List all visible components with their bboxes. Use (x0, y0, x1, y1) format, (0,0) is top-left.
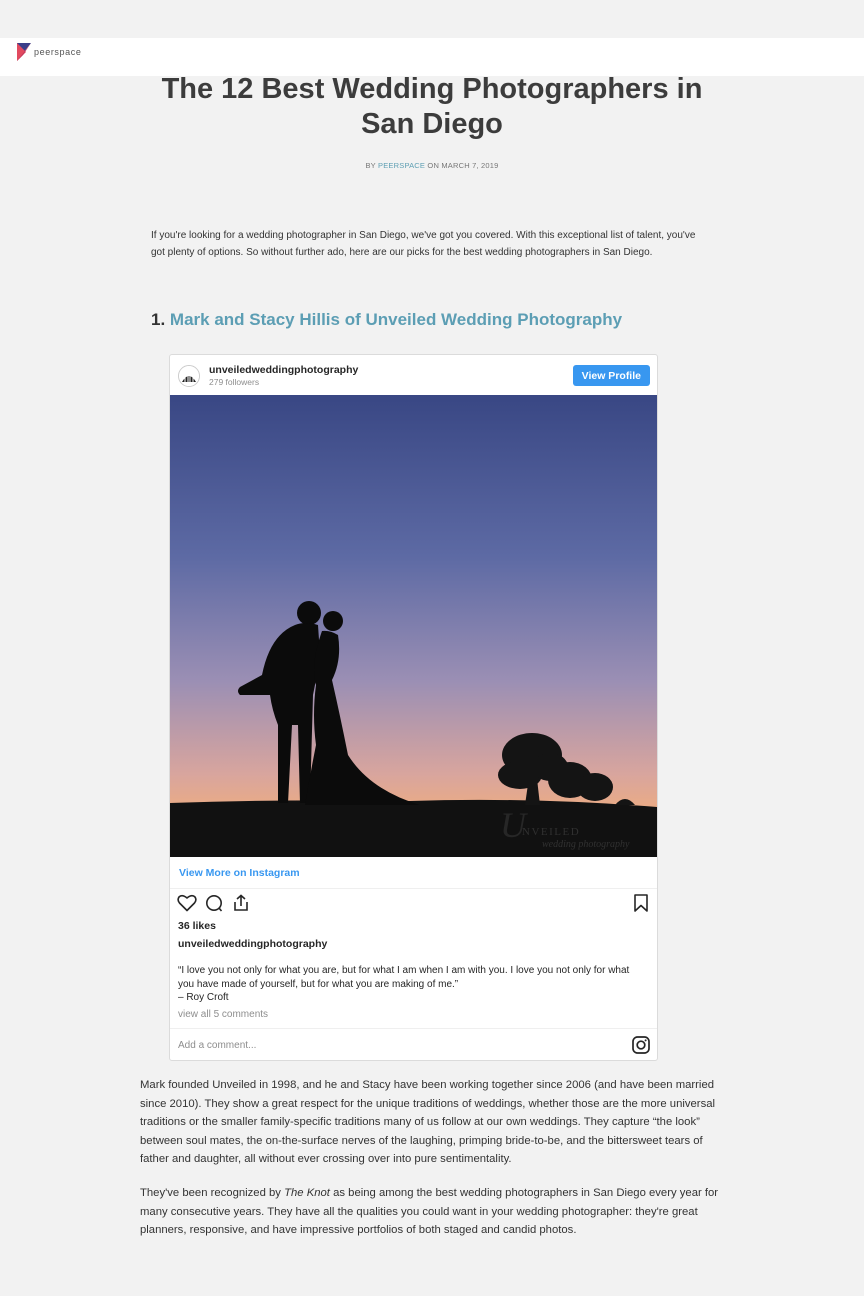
brand-name: peerspace (34, 47, 82, 57)
byline-prefix: BY (365, 161, 376, 170)
paragraph-text: They've been recognized by (140, 1187, 285, 1199)
instagram-embed: unveiledweddingphotography 279 followers… (169, 354, 658, 1061)
svg-text:U: U (500, 805, 528, 845)
profile-avatar[interactable] (178, 364, 200, 387)
caption-attribution: – Roy Croft (178, 992, 229, 1003)
section-number: 1. (151, 310, 166, 329)
heart-icon[interactable] (177, 894, 197, 917)
avatar-image-icon (179, 365, 199, 386)
view-more-link[interactable]: View More on Instagram (179, 867, 300, 879)
instagram-header: unveiledweddingphotography 279 followers… (170, 355, 657, 396)
caption-quote: “I love you not only for what you are, b… (178, 965, 630, 990)
body-paragraph: They've been recognized by The Knot as b… (140, 1184, 724, 1240)
view-comments-link[interactable]: view all 5 comments (178, 1009, 268, 1020)
author-link[interactable]: PEERSPACE (378, 161, 425, 170)
top-navbar: peerspace (0, 38, 864, 76)
photographer-link[interactable]: Mark and Stacy Hillis of Unveiled Weddin… (170, 310, 622, 329)
article-byline: BY PEERSPACE ON MARCH 7, 2019 (0, 161, 864, 170)
peerspace-logo[interactable]: peerspace (17, 43, 81, 61)
view-profile-button[interactable]: View Profile (572, 365, 650, 386)
publication-name: The Knot (284, 1187, 330, 1199)
wedding-photo[interactable]: U NVEILED wedding photography (170, 395, 657, 857)
section-heading: 1. Mark and Stacy Hillis of Unveiled Wed… (151, 310, 622, 330)
add-comment-input[interactable]: Add a comment... (178, 1040, 256, 1051)
instagram-username[interactable]: unveiledweddingphotography (209, 364, 358, 376)
svg-text:NVEILED: NVEILED (522, 826, 580, 838)
intro-paragraph: If you're looking for a wedding photogra… (151, 230, 696, 258)
body-paragraph: Mark founded Unveiled in 1998, and he an… (140, 1079, 716, 1165)
divider (170, 888, 657, 889)
follower-count: 279 followers (209, 377, 260, 387)
post-actions (177, 894, 251, 917)
svg-text:wedding photography: wedding photography (542, 839, 630, 850)
caption-username[interactable]: unveiledweddingphotography (178, 938, 327, 950)
publish-date: ON MARCH 7, 2019 (427, 161, 499, 170)
page-title: The 12 Best Wedding Photographers in San… (161, 73, 703, 140)
instagram-logo-icon[interactable] (632, 1036, 650, 1059)
bookmark-icon[interactable] (633, 894, 649, 917)
share-icon[interactable] (231, 894, 251, 917)
post-caption: “I love you not only for what you are, b… (178, 964, 648, 1005)
divider (170, 1028, 657, 1029)
peerspace-logo-icon (17, 43, 31, 61)
likes-count[interactable]: 36 likes (178, 920, 216, 932)
comment-icon[interactable] (204, 894, 224, 917)
